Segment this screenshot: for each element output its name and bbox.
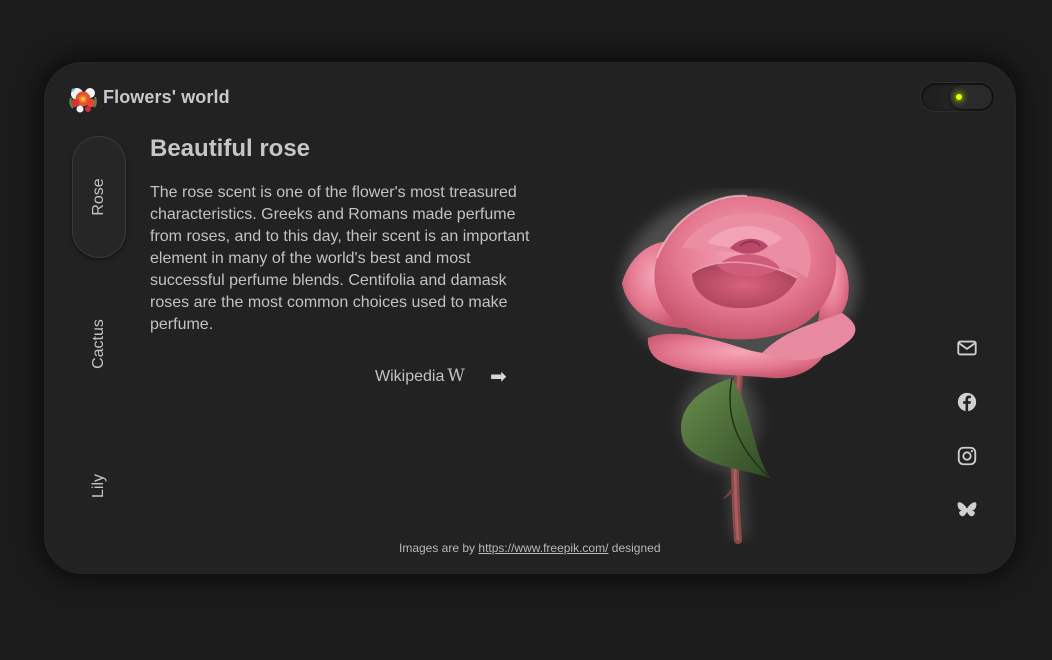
side-tab-rose[interactable]: Rose: [73, 137, 125, 257]
side-tab-label: Cactus: [90, 319, 107, 369]
pink-rose-image: [622, 193, 858, 544]
arrow-right-icon[interactable]: ➡: [490, 364, 507, 389]
credit-suffix: designed: [611, 541, 661, 555]
description-text: The rose scent is one of the flower's mo…: [150, 184, 530, 333]
side-tab-label: Lily: [90, 473, 107, 499]
freepik-link[interactable]: https://www.freepik.com/: [478, 541, 608, 555]
instagram-icon[interactable]: [956, 445, 978, 467]
brand-title: Flowers' world: [103, 87, 230, 107]
wikipedia-link[interactable]: Wikipedia W: [375, 366, 465, 386]
wikipedia-link-label: Wikipedia: [375, 368, 445, 385]
bluesky-butterfly-icon[interactable]: [956, 499, 978, 521]
facebook-icon[interactable]: [956, 391, 978, 413]
page-title: Beautiful rose: [150, 135, 311, 162]
envelope-icon[interactable]: [956, 337, 978, 359]
side-tab-cactus[interactable]: Cactus: [73, 284, 125, 404]
credit-prefix: Images are by: [399, 541, 476, 555]
toggle-indicator-light: [956, 94, 962, 100]
side-tab-label: Rose: [90, 178, 107, 216]
flower-bouquet-icon: [69, 88, 97, 113]
wikipedia-w-icon: W: [447, 366, 465, 386]
image-credit: Images are by https://www.freepik.com/ d…: [399, 541, 661, 555]
side-tab-lily[interactable]: Lily: [73, 426, 125, 546]
